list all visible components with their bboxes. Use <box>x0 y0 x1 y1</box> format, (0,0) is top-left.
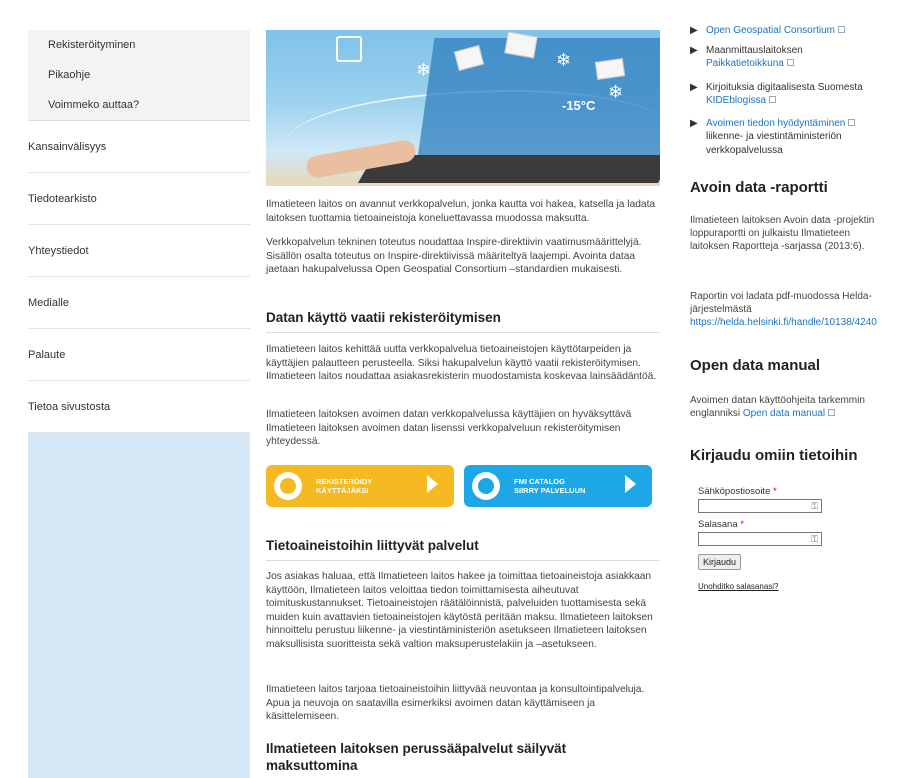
bullet-icon: ▶ <box>690 25 698 36</box>
license-paragraph: Ilmatieteen laitoksen avoimen datan verk… <box>266 409 632 448</box>
link-suffix: liikenne- ja viestintäministeriön verkko… <box>706 131 842 156</box>
open-data-manual-link[interactable]: Open data manual <box>743 408 825 419</box>
manual-heading: Open data manual <box>690 357 821 374</box>
external-link-icon <box>828 409 836 417</box>
external-link-icon <box>848 119 856 126</box>
snowflake-icon: ❄ <box>416 60 432 80</box>
section-heading-services: Tietoaineistoihin liittyvät palvelut <box>266 538 479 553</box>
link-prefix: Kirjoituksia digitaalisesta Suomesta <box>706 82 863 93</box>
link-kideblogi[interactable]: KIDEblogissa <box>706 95 766 106</box>
consulting-paragraph: Ilmatieteen laitos tarjoaa tietoaineisto… <box>266 684 645 723</box>
external-link-icon <box>837 26 845 33</box>
fmi-catalog-button[interactable]: FMI CATALOG SIIRRY PALVELUUN <box>464 465 652 507</box>
snowflake-icon: ❄ <box>556 50 572 70</box>
left-sidebar: Rekisteröityminen Pikaohje Voimmeko autt… <box>28 30 250 778</box>
section-heading-registration: Datan käyttö vaatii rekisteröitymisen <box>266 310 501 325</box>
fmi-catalog-button-line1: FMI CATALOG <box>514 477 565 486</box>
sidebar-item-tietoa-sivustosta[interactable]: Tietoa sivustosta <box>28 381 250 433</box>
section-heading-free-services-line2: maksuttomina <box>266 758 358 773</box>
snowflake-icon: ❄ <box>608 82 624 102</box>
register-button-line1: REKISTERÖIDY <box>316 477 373 486</box>
report-heading: Avoin data -raportti <box>690 179 828 196</box>
services-paragraph: Jos asiakas haluaa, että Ilmatieteen lai… <box>266 571 653 650</box>
globe-icon <box>472 472 500 500</box>
hero-paper <box>594 58 626 80</box>
sidebar-main-nav: Kansainvälisyys Tiedotearkisto Yhteystie… <box>28 121 250 433</box>
sidebar-item-medialle[interactable]: Medialle <box>28 277 250 329</box>
login-button-row: Kirjaudu <box>698 552 888 570</box>
link-avoimen-tiedon-hyodyntaminen[interactable]: Avoimen tiedon hyödyntäminen <box>706 118 845 129</box>
link-prefix: Maanmittauslaitoksen <box>706 45 803 56</box>
email-label: Sähköpostiosoite * <box>698 486 888 497</box>
register-button[interactable]: REKISTERÖIDY KÄYTTÄJÄKSI <box>266 465 454 507</box>
key-icon: ⚿ <box>811 501 818 511</box>
sidebar-subitem-pikaohje[interactable]: Pikaohje <box>28 60 250 90</box>
inspire-paragraph: Verkkopalvelun tekninen toteutus noudatt… <box>266 237 642 276</box>
key-icon: ⚿ <box>811 534 818 544</box>
sidebar-subitem-voimmeko-auttaa[interactable]: Voimmeko auttaa? <box>28 90 250 120</box>
password-field[interactable]: ⚿ <box>698 532 822 546</box>
link-ogc[interactable]: Open Geospatial Consortium <box>706 25 835 36</box>
email-label-text: Sähköpostiosoite <box>698 486 771 497</box>
bullet-icon: ▶ <box>690 118 698 129</box>
hero-tile-icon <box>336 36 362 62</box>
login-heading: Kirjaudu omiin tietoihin <box>690 447 858 464</box>
report-download-text: Raportin voi ladata pdf-muodossa Helda-j… <box>690 291 872 316</box>
arrow-right-icon <box>625 475 636 493</box>
required-marker: * <box>773 486 777 497</box>
report-download-paragraph: Raportin voi ladata pdf-muodossa Helda-j… <box>690 290 900 330</box>
email-field[interactable]: ⚿ <box>698 499 822 513</box>
password-label-text: Salasana <box>698 519 738 530</box>
section-divider <box>266 332 660 333</box>
forgot-password-row: Unohditko salasanasi? <box>698 582 888 591</box>
password-label: Salasana * <box>698 519 888 530</box>
fmi-catalog-button-line2: SIIRRY PALVELUUN <box>514 486 586 495</box>
globe-icon <box>274 472 302 500</box>
hero-temperature: -15°C <box>562 98 596 113</box>
list-item: ▶ Kirjoituksia digitaalisesta Suomesta K… <box>690 81 895 108</box>
forgot-password-link[interactable]: Unohditko salasanasi? <box>698 582 779 591</box>
sidebar-subnav: Rekisteröityminen Pikaohje Voimmeko autt… <box>28 30 250 121</box>
required-marker: * <box>740 519 744 530</box>
bullet-icon: ▶ <box>690 45 698 56</box>
register-button-line2: KÄYTTÄJÄKSI <box>316 486 369 495</box>
registration-paragraph: Ilmatieteen laitos kehittää uutta verkko… <box>266 344 657 383</box>
list-item: ▶ Open Geospatial Consortium <box>690 24 895 37</box>
intro-paragraph: Ilmatieteen laitos on avannut verkkopalv… <box>266 199 656 224</box>
list-item: ▶ Avoimen tiedon hyödyntäminen liikenne-… <box>690 117 895 157</box>
login-form: Sähköpostiosoite * ⚿ Salasana * ⚿ Kirjau… <box>698 486 888 591</box>
sidebar-item-kansainvalisyys[interactable]: Kansainvälisyys <box>28 121 250 173</box>
manual-paragraph: Avoimen datan käyttöohjeita tarkemmin en… <box>690 394 895 420</box>
section-heading-free-services: Ilmatieteen laitoksen perussääpalvelut s… <box>266 740 660 774</box>
link-paikkatietoikkuna[interactable]: Paikkatietoikkuna <box>706 58 784 69</box>
sidebar-item-yhteystiedot[interactable]: Yhteystiedot <box>28 225 250 277</box>
helda-link[interactable]: https://helda.helsinki.fi/handle/10138/4… <box>690 317 877 328</box>
hero-laptop-screen <box>417 38 660 158</box>
sidebar-subitem-rekisteroityminen[interactable]: Rekisteröityminen <box>28 30 250 60</box>
bullet-icon: ▶ <box>690 82 698 93</box>
report-paragraph: Ilmatieteen laitoksen Avoin data -projek… <box>690 215 875 253</box>
login-button[interactable]: Kirjaudu <box>698 554 742 570</box>
section-divider <box>266 560 660 561</box>
external-link-icon <box>769 96 777 104</box>
sidebar-item-palaute[interactable]: Palaute <box>28 329 250 381</box>
hero-image: ❄ ❄ ❄ -15°C <box>266 30 660 186</box>
arrow-right-icon <box>427 475 438 493</box>
list-item: ▶ Maanmittauslaitoksen Paikkatietoikkuna <box>690 44 895 71</box>
external-link-icon <box>786 59 794 67</box>
sidebar-item-tiedotearkisto[interactable]: Tiedotearkisto <box>28 173 250 225</box>
section-heading-free-services-line1: Ilmatieteen laitoksen perussääpalvelut s… <box>266 741 567 756</box>
